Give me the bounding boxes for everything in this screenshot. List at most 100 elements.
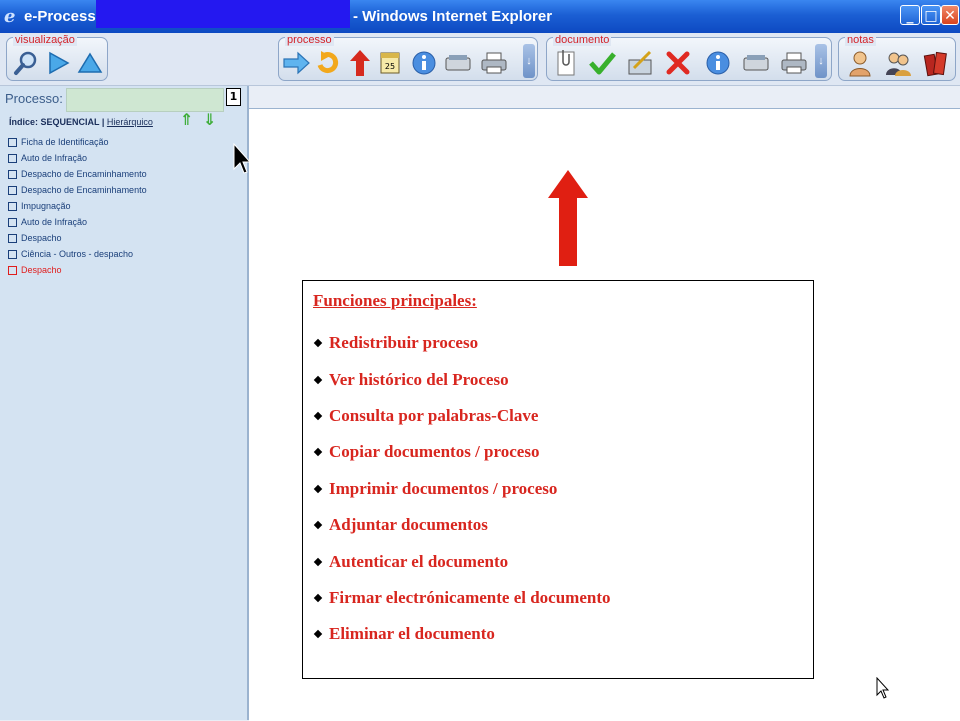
scanner-icon[interactable] (443, 48, 473, 78)
tree-item-label: Despacho (21, 233, 62, 243)
tree-item[interactable]: Impugnação (8, 198, 147, 214)
diamond-bullet-icon (313, 630, 323, 639)
close-button[interactable]: ✕ (941, 5, 959, 25)
scanner-icon[interactable] (741, 48, 771, 78)
tree-item-label: Despacho de Encaminhamento (21, 169, 147, 179)
users-icon[interactable] (883, 48, 913, 78)
tree-item[interactable]: Despacho (8, 230, 147, 246)
processo-label: processo (285, 34, 334, 46)
magnifier-icon[interactable] (11, 48, 41, 78)
checkbox-icon[interactable] (8, 201, 17, 211)
diamond-bullet-icon (313, 593, 323, 603)
function-item: Redistribuir proceso (311, 325, 611, 361)
checkbox-icon[interactable] (8, 185, 17, 195)
checkbox-icon[interactable] (8, 137, 17, 147)
processo-group: processo 25 ↓ (278, 34, 538, 81)
function-item-label: Redistribuir proceso (329, 333, 479, 353)
forward-arrow-icon[interactable] (281, 48, 311, 78)
info-icon[interactable] (703, 48, 733, 78)
tree-item-label: Ciência - Outros - despacho (21, 249, 134, 259)
info-icon[interactable] (409, 48, 439, 78)
checkbox-icon[interactable] (8, 265, 17, 275)
documento-label: documento (553, 34, 612, 46)
signature-icon[interactable] (625, 48, 655, 78)
diamond-bullet-icon (313, 448, 323, 457)
function-item-label: Imprimir documentos / proceso (329, 478, 558, 498)
checkbox-icon[interactable] (8, 153, 17, 163)
diamond-bullet-icon (313, 520, 323, 530)
minimize-button[interactable]: _ (900, 5, 920, 25)
diamond-bullet-icon (313, 411, 323, 421)
documento-dropdown-icon[interactable]: ↓ (815, 44, 827, 78)
tree-item-label: Despacho (21, 265, 62, 275)
function-item-label: Autenticar el documento (329, 551, 509, 571)
tree-item[interactable]: Auto de Infração (8, 214, 147, 230)
visualizacao-group: visualização (6, 34, 108, 81)
window-title-suffix: - Windows Internet Explorer (353, 8, 553, 25)
function-item: Eliminar el documento (311, 616, 611, 652)
tree-item[interactable]: Despacho de Encaminhamento (8, 182, 147, 198)
tree-item-label: Auto de Infração (21, 153, 88, 163)
calendar-icon[interactable]: 25 (375, 48, 405, 78)
mouse-cursor-icon (876, 677, 889, 699)
index-mode-label: Índice: SEQUENCIAL | (9, 117, 107, 127)
index-mode-line: Índice: SEQUENCIAL | Hierárquico (9, 117, 153, 127)
diamond-bullet-icon (313, 375, 323, 384)
callout-title: Funciones principales: (313, 291, 477, 310)
tree-item[interactable]: Despacho (8, 262, 147, 278)
processo-dropdown-icon[interactable]: ↓ (523, 44, 535, 78)
diamond-bullet-icon (313, 557, 323, 566)
sidebar: Processo: 1 Índice: SEQUENCIAL | Hierárq… (0, 86, 249, 720)
move-down-arrow-icon[interactable]: ⇓ (203, 110, 216, 129)
checkbox-icon[interactable] (8, 233, 17, 243)
function-item: Adjuntar documentos (311, 507, 611, 543)
checkmark-icon[interactable] (587, 48, 617, 78)
checkbox-icon[interactable] (8, 217, 17, 227)
tree-item[interactable]: Ciência - Outros - despacho (8, 246, 147, 262)
notas-label: notas (845, 34, 876, 46)
red-up-arrow-icon[interactable] (345, 48, 375, 78)
toolbar: visualização processo 25 ↓ documento ↓ n… (0, 33, 960, 86)
index-hierarquico-link[interactable]: Hierárquico (107, 117, 153, 127)
tree-item-label: Ficha de Identificação (21, 137, 109, 147)
functions-list: Redistribuir proceso Ver histórico del Pr… (311, 325, 611, 653)
notas-group: notas (838, 34, 956, 81)
function-item: Imprimir documentos / proceso (311, 471, 611, 507)
ie-logo-icon: e (4, 6, 16, 27)
maximize-button[interactable]: □ (921, 5, 941, 25)
arrow-right-icon[interactable] (43, 48, 73, 78)
tree-item-label: Despacho de Encaminhamento (21, 185, 147, 195)
process-label: Processo: (5, 91, 63, 106)
printer-icon[interactable] (479, 48, 509, 78)
calendar-day-text: 25 (385, 62, 395, 71)
function-item-label: Firmar electrónicamente el documento (329, 587, 611, 607)
functions-callout: Funciones principales: Redistribuir proc… (302, 280, 814, 679)
move-up-arrow-icon[interactable]: ⇑ (180, 110, 193, 129)
function-item-label: Consulta por palabras-Clave (329, 405, 539, 425)
mouse-cursor-icon (233, 143, 251, 174)
delete-x-icon[interactable] (663, 48, 693, 78)
page-number-icon[interactable]: 1 (226, 88, 241, 106)
document-tree: Ficha de Identificação Auto de Infração De… (8, 134, 147, 278)
refresh-arrow-icon[interactable] (313, 48, 343, 78)
checkbox-icon[interactable] (8, 249, 17, 259)
checkbox-icon[interactable] (8, 169, 17, 179)
process-number-field (66, 88, 224, 112)
documento-group: documento ↓ (546, 34, 832, 81)
user-icon[interactable] (845, 48, 875, 78)
tree-item[interactable]: Ficha de Identificação (8, 134, 147, 150)
tree-item[interactable]: Despacho de Encaminhamento (8, 166, 147, 182)
function-item-label: Copiar documentos / proceso (329, 442, 540, 462)
diamond-bullet-icon (313, 338, 323, 348)
redacted-title-block (96, 0, 350, 28)
printer-icon[interactable] (779, 48, 809, 78)
window-titlebar: e e-Processo - - Windows Internet Explor… (0, 0, 960, 33)
paperclip-document-icon[interactable] (551, 48, 581, 78)
tree-item-label: Impugnação (21, 201, 71, 211)
books-icon[interactable] (921, 48, 951, 78)
tree-item[interactable]: Auto de Infração (8, 150, 147, 166)
big-red-up-arrow-icon (548, 170, 588, 266)
tree-item-label: Auto de Infração (21, 217, 88, 227)
arrow-up-icon[interactable] (75, 48, 105, 78)
diamond-bullet-icon (313, 484, 323, 493)
